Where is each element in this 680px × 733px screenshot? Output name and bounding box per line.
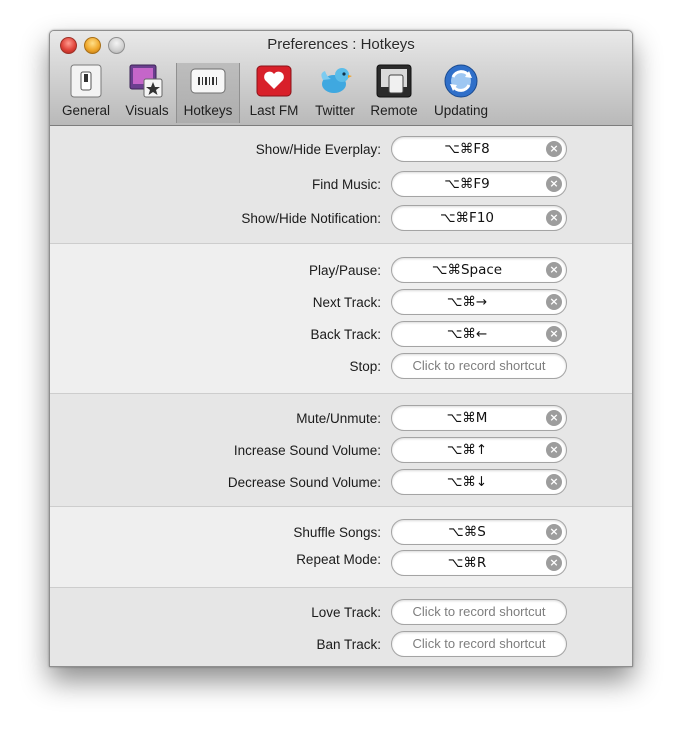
shortcut-value: ⌥⌘↑ (446, 442, 488, 458)
hotkey-row-next-track: Next Track: ⌥⌘→ × (50, 289, 632, 317)
shortcut-recorder[interactable]: ⌥⌘F9 × (391, 171, 567, 197)
clear-shortcut-icon[interactable]: × (546, 555, 562, 571)
shortcut-value: ⌥⌘← (446, 326, 488, 342)
hotkey-row-find-music: Find Music: ⌥⌘F9 × (50, 171, 632, 199)
hotkey-row-play-pause: Play/Pause: ⌥⌘Space × (50, 257, 632, 285)
toolbar-item-label: Last FM (249, 103, 299, 118)
hotkey-group-app: Show/Hide Everplay: ⌥⌘F8 × Find Music: ⌥… (50, 126, 632, 244)
hotkey-row-show-hide-notification: Show/Hide Notification: ⌥⌘F10 × (50, 205, 632, 233)
shortcut-value: ⌥⌘↓ (446, 474, 488, 490)
hotkey-row-ban-track: Ban Track: Click to record shortcut (50, 631, 632, 659)
hotkey-label: Shuffle Songs: (293, 525, 381, 540)
clear-shortcut-icon[interactable]: × (546, 524, 562, 540)
shortcut-value: ⌥⌘S (448, 524, 486, 540)
toolbar-item-remote[interactable]: Remote (364, 63, 424, 123)
shortcut-recorder[interactable]: ⌥⌘↑ × (391, 437, 567, 463)
clear-shortcut-icon[interactable]: × (546, 176, 562, 192)
clear-shortcut-icon[interactable]: × (546, 442, 562, 458)
toolbar-item-label: Hotkeys (183, 103, 233, 118)
toolbar-item-label: Twitter (315, 103, 355, 118)
shortcut-value: ⌥⌘F8 (444, 141, 490, 157)
heart-icon (256, 65, 292, 97)
clear-shortcut-icon[interactable]: × (546, 294, 562, 310)
hotkey-label: Play/Pause: (308, 263, 381, 278)
hotkey-label: Decrease Sound Volume: (227, 475, 381, 490)
hotkey-label: Show/Hide Everplay: (255, 142, 381, 157)
hotkey-row-love-track: Love Track: Click to record shortcut (50, 599, 632, 627)
shortcut-value: ⌥⌘R (447, 555, 487, 571)
hotkey-label: Find Music: (311, 177, 381, 192)
hotkey-group-volume: Mute/Unmute: ⌥⌘M × Increase Sound Volume… (50, 394, 632, 507)
toolbar-item-lastfm[interactable]: Last FM (240, 63, 308, 123)
shortcut-recorder[interactable]: ⌥⌘S × (391, 519, 567, 545)
shortcut-recorder[interactable]: Click to record shortcut (391, 353, 567, 379)
toolbar-item-visuals[interactable]: Visuals (119, 63, 175, 123)
hotkey-label: Ban Track: (316, 637, 381, 652)
hotkey-row-increase-volume: Increase Sound Volume: ⌥⌘↑ × (50, 437, 632, 465)
toolbar-item-updating[interactable]: Updating (426, 63, 496, 123)
window-title: Preferences : Hotkeys (267, 36, 415, 53)
shortcut-recorder[interactable]: ⌥⌘← × (391, 321, 567, 347)
clear-shortcut-icon[interactable]: × (546, 210, 562, 226)
shortcut-recorder[interactable]: ⌥⌘F10 × (391, 205, 567, 231)
shortcut-value: ⌥⌘→ (446, 294, 488, 310)
shortcut-value: ⌥⌘Space (431, 262, 503, 278)
clear-shortcut-icon[interactable]: × (546, 474, 562, 490)
shortcut-value: ⌥⌘F10 (440, 210, 494, 226)
toolbar-item-general[interactable]: General (56, 63, 116, 123)
remote-icon (376, 64, 412, 98)
shortcut-recorder[interactable]: ⌥⌘M × (391, 405, 567, 431)
titlebar: Preferences : Hotkeys General Visuals Ho… (50, 31, 632, 126)
shortcut-recorder[interactable]: ⌥⌘↓ × (391, 469, 567, 495)
hotkey-label: Mute/Unmute: (296, 411, 381, 426)
shortcut-placeholder: Click to record shortcut (412, 358, 546, 373)
shortcut-recorder[interactable]: ⌥⌘Space × (391, 257, 567, 283)
clear-shortcut-icon[interactable]: × (546, 141, 562, 157)
hotkeys-pane: Show/Hide Everplay: ⌥⌘F8 × Find Music: ⌥… (50, 126, 632, 666)
shortcut-placeholder: Click to record shortcut (412, 604, 546, 619)
shortcut-value: ⌥⌘M (446, 410, 488, 426)
hotkey-group-modes: Shuffle Songs: ⌥⌘S × Repeat Mode: ⌥⌘R × (50, 507, 632, 588)
hotkey-label: Love Track: (311, 605, 381, 620)
toolbar-item-label: Remote (370, 103, 418, 118)
shortcut-recorder[interactable]: ⌥⌘R × (391, 550, 567, 576)
hotkey-row-mute-unmute: Mute/Unmute: ⌥⌘M × (50, 405, 632, 433)
shortcut-recorder[interactable]: ⌥⌘F8 × (391, 136, 567, 162)
hotkey-row-decrease-volume: Decrease Sound Volume: ⌥⌘↓ × (50, 469, 632, 497)
hotkey-label: Next Track: (312, 295, 381, 310)
keyboard-icon (190, 68, 226, 94)
toolbar-item-label: General (61, 103, 111, 118)
hotkey-row-stop: Stop: Click to record shortcut (50, 353, 632, 381)
hotkey-group-lastfm: Love Track: Click to record shortcut Ban… (50, 588, 632, 666)
hotkey-label: Back Track: (310, 327, 381, 342)
hotkey-row-back-track: Back Track: ⌥⌘← × (50, 321, 632, 349)
hotkey-label: Stop: (349, 359, 381, 374)
shortcut-recorder[interactable]: Click to record shortcut (391, 631, 567, 657)
shortcut-recorder[interactable]: ⌥⌘→ × (391, 289, 567, 315)
clear-shortcut-icon[interactable]: × (546, 410, 562, 426)
toolbar-item-hotkeys[interactable]: Hotkeys (176, 63, 240, 123)
toolbar-item-label: Updating (433, 103, 489, 118)
hotkey-label: Repeat Mode: (296, 552, 381, 567)
clear-shortcut-icon[interactable]: × (546, 326, 562, 342)
hotkey-row-repeat-mode: Repeat Mode: ⌥⌘R × (50, 550, 632, 578)
update-sync-icon (444, 64, 478, 98)
shortcut-recorder[interactable]: Click to record shortcut (391, 599, 567, 625)
twitter-bird-icon (321, 68, 352, 93)
hotkey-label: Increase Sound Volume: (233, 443, 381, 458)
toolbar-item-label: Visuals (125, 103, 169, 118)
clear-shortcut-icon[interactable]: × (546, 262, 562, 278)
preferences-window: Preferences : Hotkeys General Visuals Ho… (49, 30, 633, 667)
toolbar-item-twitter[interactable]: Twitter (308, 63, 362, 123)
switch-icon (70, 64, 102, 98)
shortcut-value: ⌥⌘F9 (444, 176, 490, 192)
shortcut-placeholder: Click to record shortcut (412, 636, 546, 651)
hotkey-row-shuffle-songs: Shuffle Songs: ⌥⌘S × (50, 519, 632, 547)
hotkey-row-show-hide-everplay: Show/Hide Everplay: ⌥⌘F8 × (50, 136, 632, 164)
hotkey-label: Show/Hide Notification: (241, 211, 381, 226)
visuals-star-icon (129, 64, 163, 98)
hotkey-group-playback: Play/Pause: ⌥⌘Space × Next Track: ⌥⌘→ × … (50, 244, 632, 394)
